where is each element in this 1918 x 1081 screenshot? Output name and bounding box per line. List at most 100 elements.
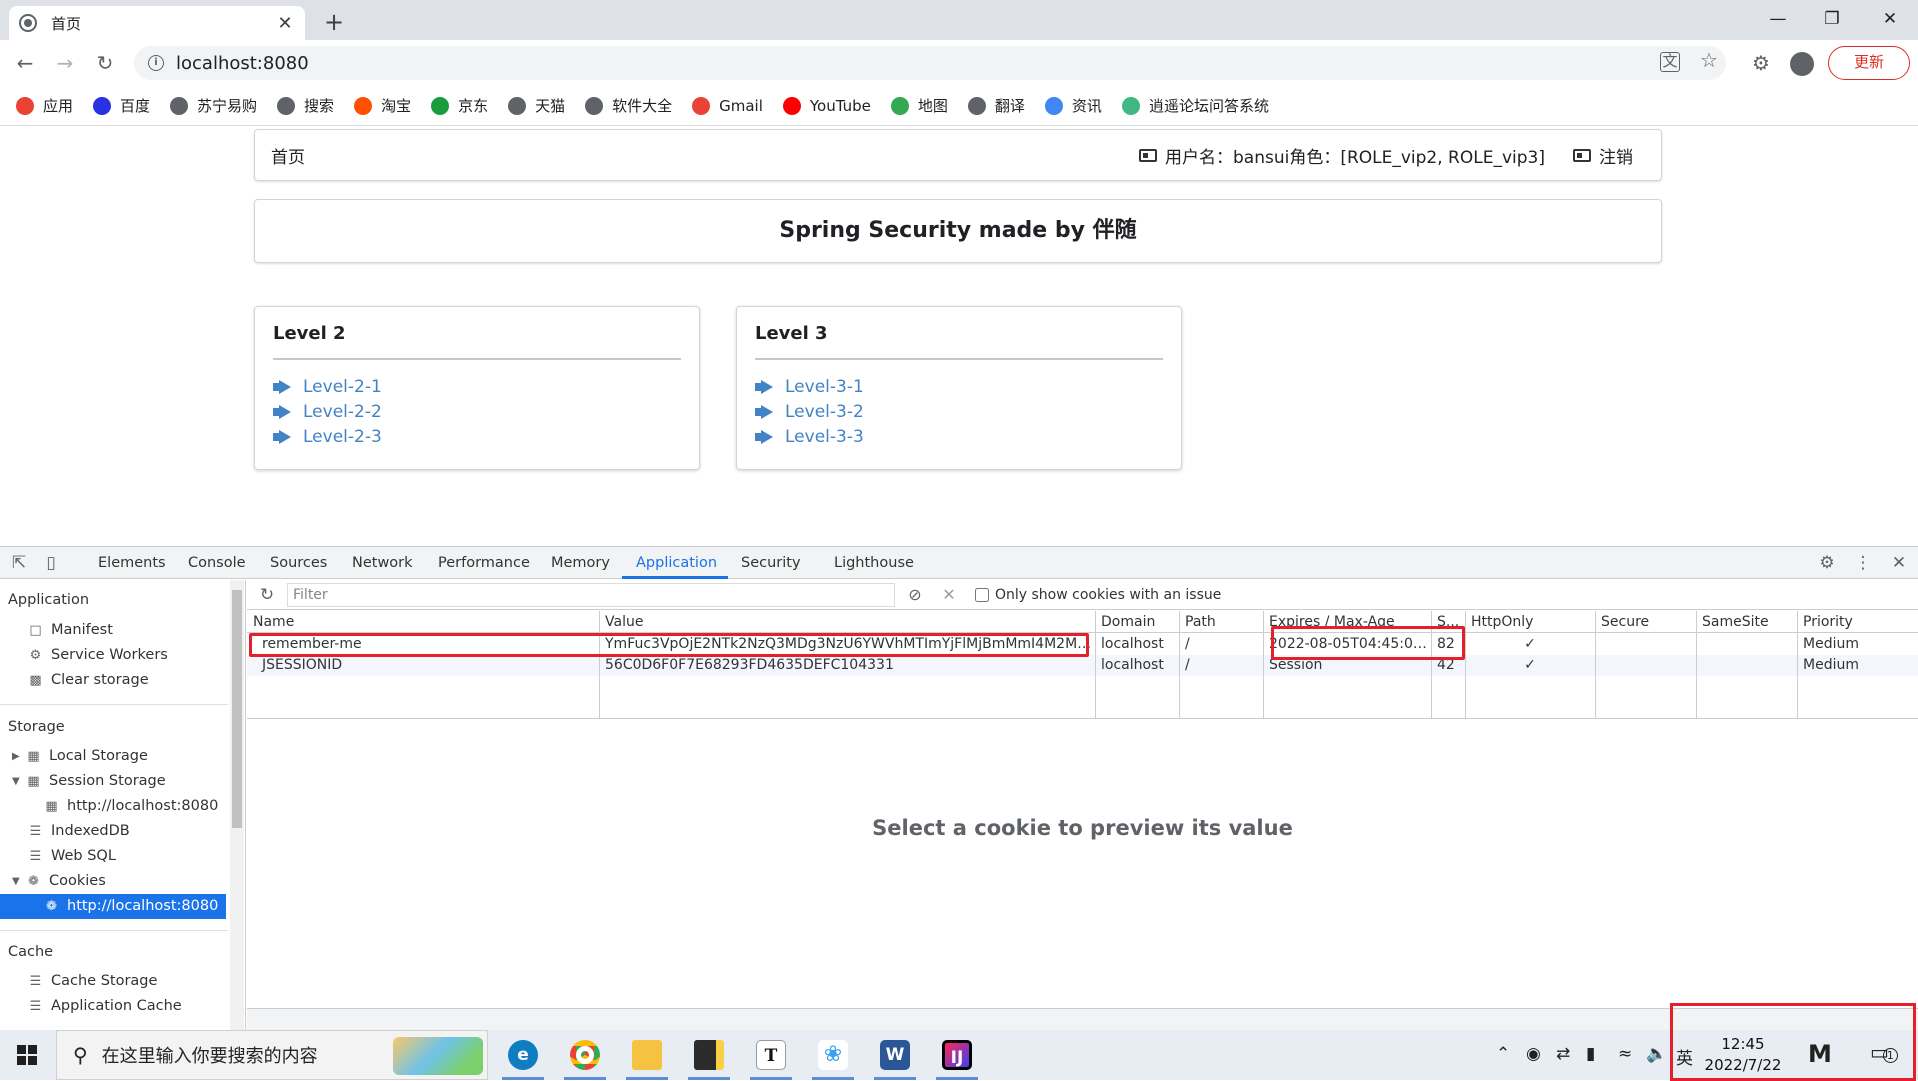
sidebar-item-application-cache[interactable]: ☰ Application Cache — [28, 994, 182, 1019]
sidebar-item-cache-storage[interactable]: ☰ Cache Storage — [28, 969, 158, 994]
bookmark-item[interactable]: YouTube — [782, 96, 871, 115]
bookmark-item[interactable]: 百度 — [93, 95, 150, 116]
collapse-arrow-icon[interactable]: ▼ — [12, 769, 26, 794]
bookmark-item[interactable]: 淘宝 — [354, 95, 411, 116]
sidebar-item-local-storage[interactable]: ▶ ▦ Local Storage — [12, 744, 148, 769]
inspect-element-icon[interactable]: ⇱ — [8, 552, 30, 574]
tab-security[interactable]: Security — [741, 547, 801, 579]
table-row[interactable]: JSESSIONID 56C0D6F0F7E68293FD4635DEFC1043… — [247, 655, 1918, 676]
device-toolbar-icon[interactable]: ▯ — [40, 552, 62, 574]
refresh-icon[interactable]: ↻ — [253, 585, 281, 605]
sidebar-item-service-workers[interactable]: ⚙ Service Workers — [28, 643, 168, 668]
word-app[interactable]: W — [866, 1030, 924, 1080]
start-button[interactable] — [0, 1030, 54, 1080]
delete-selected-icon[interactable]: ✕ — [935, 585, 963, 604]
tab-network[interactable]: Network — [352, 547, 413, 579]
reload-button[interactable]: ↻ — [90, 48, 120, 78]
scrollbar-thumb[interactable] — [232, 590, 242, 828]
level-link[interactable]: Level-3-1 — [755, 374, 1163, 399]
nav-home-link[interactable]: 首页 — [255, 143, 1139, 168]
more-options-icon[interactable]: ⋮ — [1852, 552, 1874, 574]
level-link[interactable]: Level-3-3 — [755, 424, 1163, 449]
level-link[interactable]: Level-2-2 — [273, 399, 681, 424]
address-bar[interactable]: i localhost:8080 — [134, 46, 1726, 80]
update-button[interactable]: 更新 — [1828, 46, 1910, 80]
sidebar-item-cookies-origin[interactable]: ❁ http://localhost:8080 — [0, 894, 226, 919]
sidebar-item-cookies[interactable]: ▼ ❁ Cookies — [12, 869, 106, 894]
column-header[interactable]: Path — [1179, 611, 1263, 633]
expand-arrow-icon[interactable]: ▶ — [12, 744, 26, 769]
cloud-app[interactable]: ❀ — [804, 1030, 862, 1080]
column-header[interactable]: Domain — [1095, 611, 1179, 633]
sticky-notes-app[interactable] — [680, 1030, 738, 1080]
close-tab-icon[interactable]: ✕ — [275, 13, 295, 34]
volume-tray-icon[interactable]: 🔈 — [1646, 1044, 1667, 1064]
file-explorer-app[interactable] — [618, 1030, 676, 1080]
column-header[interactable]: Secure — [1595, 611, 1696, 633]
sidebar-scrollbar[interactable] — [230, 580, 244, 1031]
sidebar-item-indexeddb[interactable]: ☰ IndexedDB — [28, 819, 130, 844]
tray-overflow-chevron-icon[interactable]: ⌃ — [1496, 1044, 1510, 1064]
minimize-button[interactable]: — — [1750, 4, 1806, 34]
collapse-arrow-icon[interactable]: ▼ — [12, 869, 26, 894]
level-link[interactable]: Level-2-1 — [273, 374, 681, 399]
bookmark-item[interactable]: 应用 — [16, 95, 73, 116]
tab-memory[interactable]: Memory — [551, 547, 610, 579]
column-header[interactable]: Name — [247, 611, 599, 633]
battery-tray-icon[interactable]: ▮ — [1586, 1044, 1595, 1064]
tab-sources[interactable]: Sources — [270, 547, 327, 579]
bullhorn-icon — [755, 430, 775, 444]
column-header[interactable]: HttpOnly — [1465, 611, 1595, 633]
sidebar-item-session-storage[interactable]: ▼ ▦ Session Storage — [12, 769, 166, 794]
close-window-button[interactable]: ✕ — [1862, 4, 1918, 34]
network-sync-tray-icon[interactable]: ⇄ — [1556, 1044, 1570, 1064]
clear-all-icon[interactable]: ⊘ — [901, 585, 929, 604]
translate-icon[interactable]: 文 — [1660, 52, 1680, 72]
sidebar-item-clear-storage[interactable]: ▩ Clear storage — [28, 668, 148, 693]
chrome-app[interactable] — [556, 1030, 614, 1080]
tab-console[interactable]: Console — [188, 547, 246, 579]
bookmark-item[interactable]: 京东 — [431, 95, 488, 116]
bookmark-item[interactable]: 翻译 — [967, 95, 1025, 116]
bookmark-item[interactable]: 天猫 — [508, 95, 565, 116]
typora-app[interactable]: T — [742, 1030, 800, 1080]
column-header[interactable]: Value — [599, 611, 1095, 633]
bookmark-item[interactable]: 苏宁易购 — [170, 95, 257, 116]
level-link[interactable]: Level-3-2 — [755, 399, 1163, 424]
bookmark-item[interactable]: 逍遥论坛问答系统 — [1121, 95, 1269, 116]
column-header[interactable]: Priority — [1797, 611, 1918, 633]
sidebar-item-websql[interactable]: ☰ Web SQL — [28, 844, 116, 869]
browser-tab[interactable]: 首页 ✕ — [9, 6, 305, 40]
site-info-icon[interactable]: i — [148, 55, 164, 71]
bookmark-star-icon[interactable]: ☆ — [1700, 48, 1718, 72]
column-header[interactable]: SameSite — [1696, 611, 1797, 633]
level-link[interactable]: Level-2-3 — [273, 424, 681, 449]
bookmark-item[interactable]: 软件大全 — [585, 95, 672, 116]
tab-lighthouse[interactable]: Lighthouse — [834, 547, 914, 579]
bookmark-item[interactable]: 地图 — [890, 95, 948, 116]
back-button[interactable]: ← — [10, 48, 40, 78]
sidebar-item-manifest[interactable]: □ Manifest — [28, 618, 113, 643]
maximize-button[interactable]: ❐ — [1804, 4, 1860, 34]
filter-input[interactable] — [287, 582, 895, 607]
only-issues-checkbox[interactable] — [975, 587, 989, 602]
edge-app[interactable]: e — [494, 1030, 552, 1080]
profile-avatar-icon[interactable] — [1790, 52, 1814, 76]
tab-elements[interactable]: Elements — [98, 547, 166, 579]
bookmark-item[interactable]: 资讯 — [1044, 95, 1102, 116]
new-tab-button[interactable]: + — [320, 8, 348, 36]
taskbar-search-box[interactable]: ⚲ 在这里输入你要搜索的内容 — [56, 1030, 488, 1080]
close-devtools-icon[interactable]: ✕ — [1888, 552, 1910, 574]
intellij-app[interactable]: IJ — [928, 1030, 986, 1080]
tab-application[interactable]: Application — [636, 547, 717, 579]
tab-performance[interactable]: Performance — [438, 547, 530, 579]
wifi-tray-icon[interactable]: ≈ — [1618, 1044, 1632, 1064]
extensions-puzzle-icon[interactable]: ⚙ — [1748, 50, 1774, 76]
logout-link[interactable]: 注销 — [1573, 143, 1633, 168]
bookmark-item[interactable]: Gmail — [692, 96, 763, 115]
forward-button[interactable]: → — [50, 48, 80, 78]
sidebar-item-session-origin[interactable]: ▦ http://localhost:8080 — [44, 794, 218, 819]
qq-tray-icon[interactable]: ◉ — [1526, 1044, 1541, 1064]
bookmark-item[interactable]: 搜索 — [277, 95, 334, 116]
settings-gear-icon[interactable]: ⚙ — [1816, 552, 1838, 574]
